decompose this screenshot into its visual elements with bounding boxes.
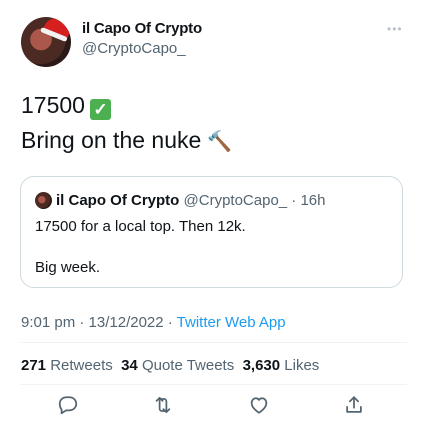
action-bar (0, 394, 428, 422)
hammer-icon: 🔨 (207, 131, 233, 153)
quoted-text: Big week. (35, 259, 101, 276)
author-name[interactable]: il Capo Of Crypto (82, 20, 202, 37)
source-link[interactable]: Twitter Web App (177, 314, 286, 331)
tweet-text: Bring on the nuke (21, 127, 202, 153)
retweet-icon[interactable] (152, 394, 176, 418)
divider (21, 342, 407, 343)
quote-tweets-stat[interactable]: 34 Quote Tweets (121, 357, 234, 374)
quoted-text: 17500 for a local top. Then 12k. (35, 218, 246, 235)
check-mark-icon: ✓ (89, 99, 111, 120)
quoted-tweet[interactable]: il Capo Of Crypto @CryptoCapo_ · 16h 175… (20, 176, 403, 288)
tweet-text: 17500 (21, 92, 85, 118)
quoted-avatar (35, 192, 52, 209)
timestamp-text[interactable]: 9:01 pm · 13/12/2022 · (21, 314, 177, 331)
more-horizontal-icon[interactable]: ••• (387, 22, 407, 36)
share-icon[interactable] (343, 394, 367, 418)
reply-icon[interactable] (57, 394, 81, 418)
avatar[interactable] (21, 17, 71, 67)
engagement-stats: 271 Retweets 34 Quote Tweets 3,630 Likes (21, 357, 319, 374)
retweets-stat[interactable]: 271 Retweets (21, 357, 113, 374)
author-handle[interactable]: @CryptoCapo_ (82, 40, 186, 57)
tweet: il Capo Of Crypto @CryptoCapo_ ••• 17500… (0, 0, 428, 439)
like-icon[interactable] (248, 394, 272, 418)
tweet-timestamp: 9:01 pm · 13/12/2022 · Twitter Web App (21, 314, 286, 331)
quoted-header: il Capo Of Crypto @CryptoCapo_ · 16h (56, 192, 325, 209)
divider (21, 384, 407, 385)
quoted-author-meta: @CryptoCapo_ · 16h (183, 192, 326, 209)
quoted-author-name: il Capo Of Crypto (56, 192, 180, 209)
likes-stat[interactable]: 3,630 Likes (243, 357, 320, 374)
tweet-text-line-2: Bring on the nuke 🔨 (21, 127, 232, 154)
tweet-text-line-1: 17500 ✓ (21, 92, 111, 120)
